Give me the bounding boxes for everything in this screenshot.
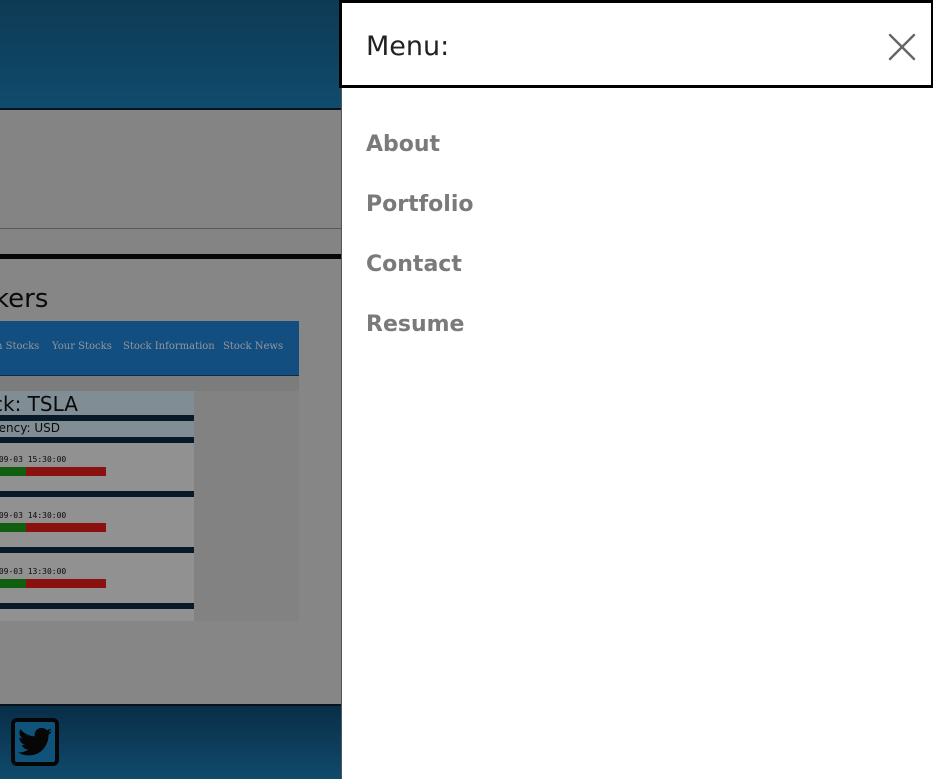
menu-link-contact[interactable]: Contact: [366, 252, 462, 277]
screenshot-nav-item: Your Stocks: [52, 341, 112, 352]
entry-pills: [0, 523, 106, 532]
menu-item: Resume: [366, 312, 474, 372]
menu-link-resume[interactable]: Resume: [366, 312, 464, 337]
side-menu: Menu: About Portfolio Contact Resume: [339, 0, 933, 779]
divider-bar: [0, 491, 194, 497]
entry-time: -09-03 13:30:00: [0, 567, 67, 576]
stock-card: ck: TSLA rency: USD -09-03 15:30:00 -09-…: [0, 391, 194, 621]
screenshot-nav-item: n Stocks: [0, 341, 40, 352]
close-menu-button[interactable]: [887, 32, 917, 62]
screenshot-nav: n Stocks Your Stocks Stock Information S…: [0, 321, 299, 376]
stock-ticker: ck: TSLA: [0, 391, 194, 416]
screenshot-nav-item: Stock News: [223, 341, 284, 352]
stock-currency: rency: USD: [0, 421, 194, 437]
site-header: [0, 0, 341, 110]
entry-time: -09-03 14:30:00: [0, 511, 67, 520]
twitter-icon: [18, 727, 52, 756]
divider-bar: [0, 547, 194, 553]
menu-header: Menu:: [339, 0, 933, 88]
stock-entry: -09-03 15:30:00: [0, 443, 194, 493]
stock-currency-label: rency: USD: [0, 421, 60, 435]
stock-ticker-label: ck: TSLA: [0, 392, 78, 416]
twitter-link[interactable]: [11, 718, 59, 766]
site-footer: [0, 704, 341, 779]
screenshot-nav-item: Stock Information: [123, 341, 215, 352]
stock-entry: -09-03 14:30:00: [0, 499, 194, 549]
menu-list: About Portfolio Contact Resume: [366, 132, 474, 372]
content-band: [0, 110, 341, 229]
menu-link-portfolio[interactable]: Portfolio: [366, 192, 474, 217]
section-title: kers: [0, 284, 49, 314]
entry-time: -09-03 15:30:00: [0, 455, 67, 464]
entry-pills: [0, 467, 106, 476]
menu-link-about[interactable]: About: [366, 132, 440, 157]
divider-bar: [0, 603, 194, 609]
close-x-icon: [888, 33, 916, 61]
menu-title: Menu:: [366, 31, 450, 62]
screenshot-sidebar: [194, 391, 299, 621]
entry-pills: [0, 579, 106, 588]
menu-item: Contact: [366, 252, 474, 312]
menu-item: Portfolio: [366, 192, 474, 252]
page: kers n Stocks Your Stocks Stock Informat…: [0, 0, 933, 779]
menu-item: About: [366, 132, 474, 192]
project-screenshot: n Stocks Your Stocks Stock Information S…: [0, 321, 299, 621]
stock-entry: -09-03 13:30:00: [0, 555, 194, 605]
content-band-divider: [0, 229, 341, 259]
background-page: kers n Stocks Your Stocks Stock Informat…: [0, 0, 341, 779]
